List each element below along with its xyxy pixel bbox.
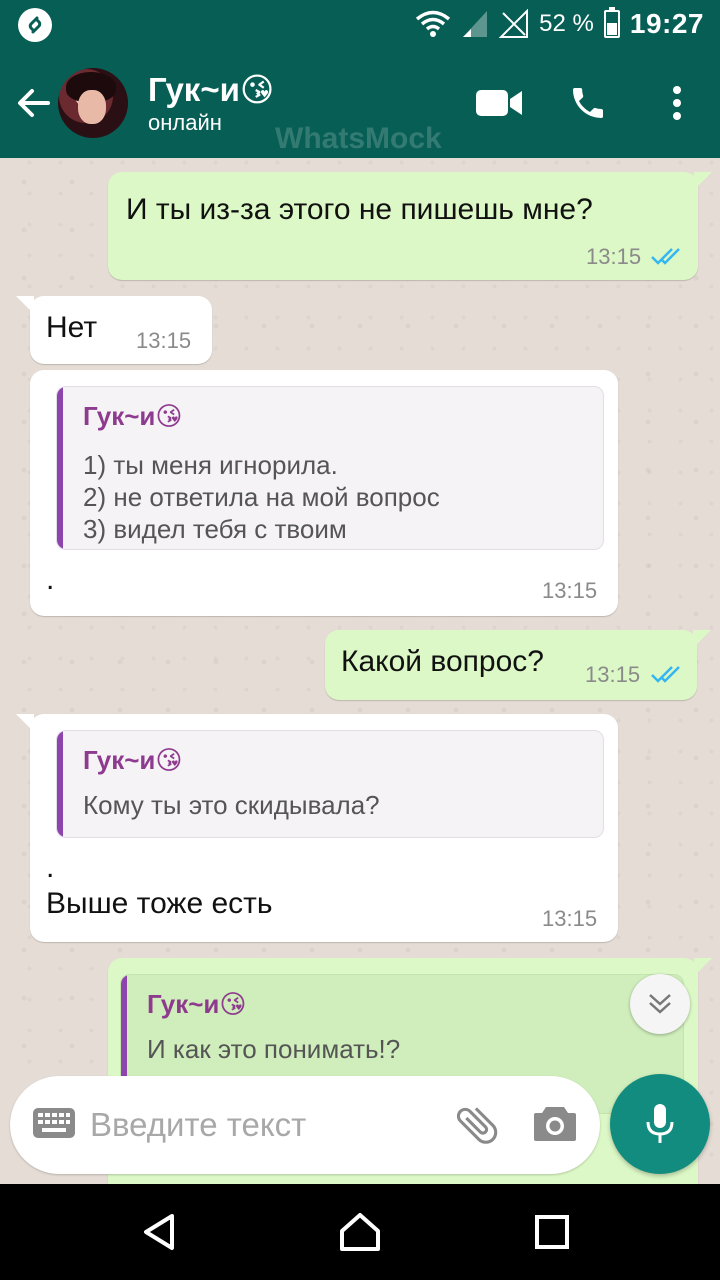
quote-line: 1) ты меня игнорила. [83,450,338,480]
read-ticks-icon [651,666,680,683]
message-text: Выше тоже есть [46,887,273,920]
nav-back-icon[interactable] [132,1204,188,1260]
quoted-message[interactable]: Гук~и😘 Кому ты это скидывала? [56,730,604,838]
message-incoming-reply[interactable]: Гук~и😘 1) ты меня игнорила. 2) не ответи… [30,370,618,616]
nav-home-icon[interactable] [332,1204,388,1260]
message-text: И ты из-за этого не пишешь мне? [126,193,593,226]
status-bar: 52 % 19:27 [0,0,720,48]
quote-line: 2) не ответила на мой вопрос [83,482,440,512]
contact-status: онлайн [148,110,222,135]
quote-author: Гук~и😘 [83,401,183,431]
mic-button[interactable] [610,1074,710,1174]
camera-icon[interactable] [532,1103,578,1143]
message-incoming-reply[interactable]: Гук~и😘 Кому ты это скидывала? . Выше тож… [16,714,618,942]
quoted-message[interactable]: Гук~и😘 1) ты меня игнорила. 2) не ответи… [56,386,604,550]
quote-bar [57,387,63,549]
message-incoming[interactable]: Нет 13:15 [16,296,212,364]
message-outgoing[interactable]: И ты из-за этого не пишешь мне? 13:15 [108,172,712,280]
message-text: Нет [46,311,98,344]
quote-author: Гук~и😘 [83,745,183,775]
scroll-down-button[interactable] [630,974,690,1034]
quote-line: И как это понимать!? [147,1034,401,1064]
message-time: 13:15 [542,906,598,931]
system-nav-bar [0,1184,720,1280]
chat-header: Гук~и😘 онлайн WhatsMock [0,48,720,158]
no-sim-signal-icon [499,9,529,38]
quote-bar [57,731,63,837]
battery-percentage: 52 % [539,10,594,37]
message-text: . [46,563,55,596]
message-text: Какой вопрос? [341,645,544,678]
quote-line: Кому ты это скидывала? [83,790,380,820]
message-time: 13:15 [136,328,192,353]
nav-recents-icon[interactable] [524,1204,580,1260]
message-input[interactable]: Введите текст [90,1106,306,1144]
signal-icon [463,11,488,37]
battery-icon [603,7,620,38]
double-chevron-down-icon [649,994,671,1014]
keyboard-icon[interactable] [32,1107,76,1139]
quote-line: 3) видел тебя с твоим [83,514,347,544]
avatar[interactable] [58,68,128,138]
microphone-icon [646,1104,674,1143]
message-text: . [46,851,55,884]
message-time: 13:15 [585,662,641,687]
message-time: 13:15 [586,244,642,269]
more-vert-icon[interactable] [652,78,702,128]
contact-name[interactable]: Гук~и😘 [148,70,274,109]
wifi-icon [416,10,451,37]
shazam-icon [18,8,52,42]
back-arrow-icon[interactable] [12,81,56,125]
read-ticks-icon [651,248,680,265]
watermark: WhatsMock [275,122,442,155]
phone-icon[interactable] [563,78,613,128]
message-input-container[interactable]: Введите текст [10,1076,600,1174]
video-call-icon[interactable] [474,78,524,128]
quote-author: Гук~и😘 [147,989,247,1019]
message-time: 13:15 [542,578,598,603]
clock: 19:27 [629,8,704,39]
message-outgoing[interactable]: Какой вопрос? 13:15 [325,630,711,700]
chat-area[interactable]: И ты из-за этого не пишешь мне? 13:15 Не… [0,158,720,1184]
attach-clip-icon[interactable] [442,1090,513,1161]
